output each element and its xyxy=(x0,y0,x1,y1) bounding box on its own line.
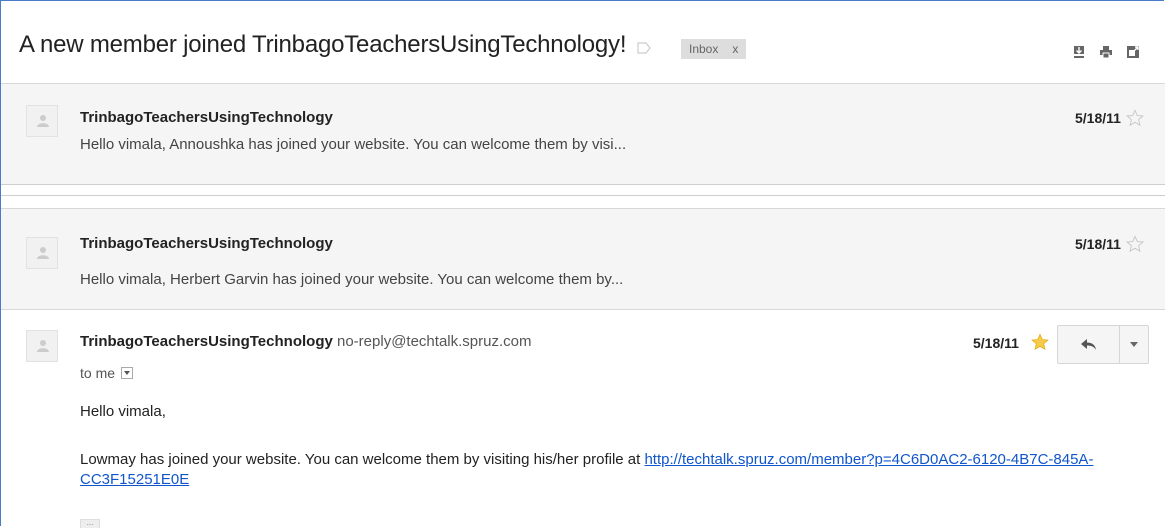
chevron-down-icon xyxy=(124,371,131,375)
message-snippet: Hello vimala, Herbert Garvin has joined … xyxy=(80,271,624,288)
thread-subject: A new member joined TrinbagoTeachersUsin… xyxy=(19,31,627,58)
person-icon xyxy=(37,247,49,259)
avatar xyxy=(26,330,58,362)
collapsed-message-2[interactable]: TrinbagoTeachersUsingTechnology Hello vi… xyxy=(1,208,1165,309)
download-icon[interactable] xyxy=(1072,45,1086,59)
new-window-icon[interactable] xyxy=(1126,45,1140,59)
inbox-label-text: Inbox xyxy=(689,42,719,56)
remove-label-button[interactable]: x xyxy=(732,39,738,59)
avatar xyxy=(26,105,58,137)
reply-arrow-icon xyxy=(1080,338,1096,350)
recipient-line: to me xyxy=(80,365,134,381)
message-greeting: Hello vimala, xyxy=(80,403,166,420)
divider-line xyxy=(1,195,1165,196)
message-body-text: Lowmay has joined your website. You can … xyxy=(80,451,645,468)
chevron-down-icon xyxy=(1130,342,1138,347)
message-sender: TrinbagoTeachersUsingTechnology xyxy=(80,109,333,126)
more-actions-button[interactable] xyxy=(1120,326,1148,363)
print-icon[interactable] xyxy=(1099,45,1113,59)
sender-email: no-reply@techtalk.spruz.com xyxy=(337,333,532,350)
person-icon xyxy=(37,115,49,127)
star-icon[interactable] xyxy=(1126,109,1144,127)
message-sender: TrinbagoTeachersUsingTechnology xyxy=(80,235,333,252)
message-snippet: Hello vimala, Annoushka has joined your … xyxy=(80,136,627,153)
reply-button[interactable] xyxy=(1058,326,1120,363)
inbox-label-chip: Inbox x xyxy=(681,39,747,59)
message-sender-line: TrinbagoTeachersUsingTechnology no-reply… xyxy=(80,333,531,350)
star-icon[interactable] xyxy=(1031,333,1049,351)
label-tag-icon[interactable] xyxy=(637,41,651,55)
email-thread-frame: A new member joined TrinbagoTeachersUsin… xyxy=(0,0,1165,528)
message-date: 5/18/11 xyxy=(973,335,1019,351)
thread-header: A new member joined TrinbagoTeachersUsin… xyxy=(1,1,1165,83)
show-details-button[interactable] xyxy=(121,367,134,379)
reply-button-group xyxy=(1057,325,1149,364)
expanded-message: TrinbagoTeachersUsingTechnology no-reply… xyxy=(1,309,1165,528)
person-icon xyxy=(37,340,49,352)
star-icon[interactable] xyxy=(1126,235,1144,253)
message-body: Lowmay has joined your website. You can … xyxy=(80,450,1130,490)
message-date: 5/18/11 xyxy=(1075,110,1121,126)
avatar xyxy=(26,237,58,269)
recipient-label: to me xyxy=(80,365,116,381)
collapsed-message-1[interactable]: TrinbagoTeachersUsingTechnology Hello vi… xyxy=(1,83,1165,184)
message-date: 5/18/11 xyxy=(1075,236,1121,252)
collapsed-messages-divider[interactable] xyxy=(1,184,1165,209)
message-sender: TrinbagoTeachersUsingTechnology xyxy=(80,333,333,350)
divider-line xyxy=(1,184,1165,185)
